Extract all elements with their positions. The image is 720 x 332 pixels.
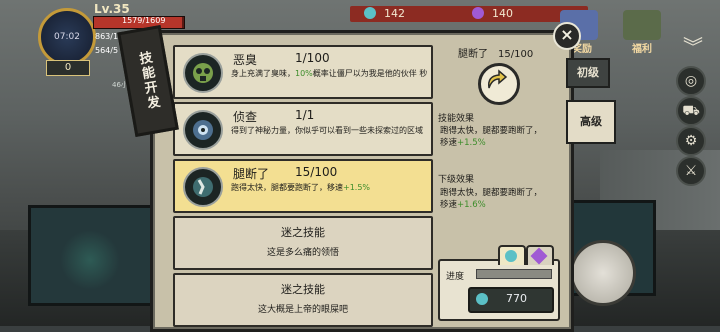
- upgrade-button[interactable]: 770: [468, 287, 554, 313]
- skill-level: 1/1: [295, 108, 315, 122]
- skill-card-mystery-2[interactable]: 迷之技能 这大概是上帝的眼屎吧: [173, 273, 433, 327]
- skill-name: 侦查: [233, 110, 258, 124]
- upgrade-box: 进度 770: [438, 245, 560, 321]
- cash-tab[interactable]: [498, 245, 526, 265]
- skill-desc: 这大概是上帝的眼屎吧: [257, 305, 348, 315]
- skill-card-broken-leg[interactable]: 腿断了 15/100 跑得太快，腿都要跑断了，移速+1.5%: [173, 159, 433, 213]
- skill-desc: 跑得太快，腿都要跑断了，移速+1.5%: [231, 183, 371, 192]
- cart-icon[interactable]: ⛟: [676, 96, 706, 126]
- progress-bar: [476, 269, 552, 279]
- progress-label: 进度: [446, 272, 465, 282]
- welfare-icon[interactable]: [623, 10, 661, 40]
- skill-card-scout[interactable]: 侦查 1/1 得到了神秘力量，你似乎可以看到一些未探索过的区域: [173, 102, 433, 156]
- broken-leg-icon: [183, 167, 223, 207]
- upgrade-cost: 770: [506, 292, 527, 305]
- eye-icon: [183, 110, 223, 150]
- upgrade-arrow-icon: [478, 63, 520, 105]
- next-title: 下级效果: [438, 175, 475, 185]
- tab-advanced[interactable]: 高级: [566, 100, 616, 144]
- skill-name: 恶臭: [233, 53, 258, 67]
- close-icon[interactable]: ×: [553, 22, 581, 50]
- clock-time: 07:02: [54, 32, 80, 42]
- skill-desc: 得到了神秘力量，你似乎可以看到一些未探索过的区域: [231, 126, 423, 135]
- skill-level: 15/100: [295, 165, 338, 179]
- ammo-counter[interactable]: 0: [46, 60, 90, 76]
- effect-title: 技能效果: [438, 114, 475, 124]
- skill-name: 迷之技能: [281, 283, 325, 296]
- tab-basic[interactable]: 初级: [566, 58, 610, 88]
- gem-tab[interactable]: [526, 245, 554, 265]
- cash-icon: [364, 7, 376, 19]
- sword-icon[interactable]: ⚔: [676, 156, 706, 186]
- gas-mask-icon: [183, 53, 223, 93]
- joystick-glow: [60, 230, 120, 290]
- skill-name: 腿断了: [233, 167, 270, 181]
- gem-value: 140: [492, 7, 513, 20]
- gear-icon[interactable]: ⚙: [676, 126, 706, 156]
- player-level: Lv.35: [94, 2, 130, 16]
- cash-counter[interactable]: 142: [350, 6, 470, 22]
- skill-card-stench[interactable]: 恶臭 1/100 身上充满了臭味，10%概率让僵尸以为我是他的伙伴 秒: [173, 45, 433, 99]
- effect-text: 跑得太快，腿都要跑断了，移速+1.5%: [440, 126, 543, 148]
- gem-icon: [472, 7, 484, 19]
- cash-value: 142: [384, 7, 405, 20]
- collapse-chevron-icon[interactable]: ︾: [680, 34, 706, 60]
- skill-detail: 腿断了 15/100 技能效果 跑得太快，腿都要跑断了，移速+1.5% 下级效果…: [438, 45, 560, 321]
- day-clock: 07:02: [38, 8, 96, 66]
- skill-desc: 这是多么痛的领悟: [266, 248, 339, 258]
- attack-fist-icon[interactable]: [570, 240, 636, 306]
- skill-name: 迷之技能: [281, 226, 325, 239]
- skill-desc: 身上充满了臭味，10%概率让僵尸以为我是他的伙伴 秒: [231, 69, 428, 78]
- skill-card-mystery-1[interactable]: 迷之技能 这是多么痛的领悟: [173, 216, 433, 270]
- detail-title: 腿断了 15/100: [458, 49, 534, 60]
- hp-bar: 1579/1609: [93, 16, 185, 29]
- skill-panel: 恶臭 1/100 身上充满了臭味，10%概率让僵尸以为我是他的伙伴 秒 侦查 1…: [150, 30, 574, 332]
- skill-level: 1/100: [295, 51, 330, 65]
- medal-icon[interactable]: ◎: [676, 66, 706, 96]
- hp-text: 1579/1609: [122, 16, 166, 25]
- next-text: 跑得太快，腿都要跑断了，移速+1.6%: [440, 188, 543, 210]
- cash-icon: [476, 293, 488, 305]
- welfare-label[interactable]: 福利: [632, 40, 652, 55]
